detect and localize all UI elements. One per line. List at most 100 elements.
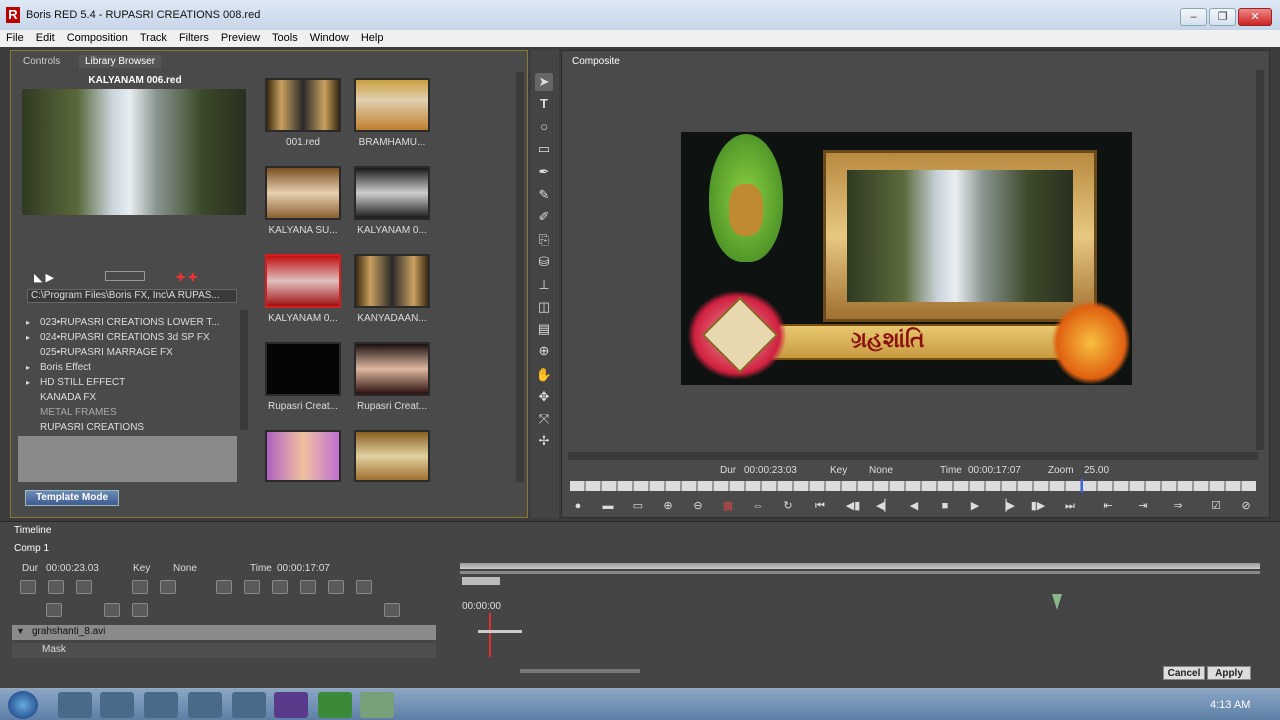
tree-item[interactable]: ▸ 024•RUPASRI CREATIONS 3d SP FX [18,330,240,345]
taskbar-ie-icon[interactable] [144,692,178,718]
tree-item[interactable]: ▸ Boris Effect [18,360,240,375]
fill-tool-icon[interactable]: ⛁ [535,253,553,271]
favorite-icons[interactable]: ✚ ✚ [176,271,198,284]
render-icon[interactable]: ▬ [600,498,616,514]
menu-file[interactable]: File [0,30,30,47]
tree-item[interactable]: KANADA FX [18,390,240,405]
timeline-tool-icon[interactable] [160,580,176,594]
monitor-icon[interactable]: ▭ [630,498,646,514]
taskbar-app-icon[interactable] [318,692,352,718]
zoom-tool-icon[interactable]: ⊕ [535,342,553,360]
minimize-button[interactable]: – [1180,8,1207,26]
thumbnail-scrollbar[interactable] [516,72,524,482]
menu-filters[interactable]: Filters [173,30,215,47]
transform-tool-icon[interactable]: ⤧ [535,410,553,428]
eraser-tool-icon[interactable]: ◫ [535,298,553,316]
apply-button[interactable]: Apply [1207,666,1251,680]
thumbnail[interactable] [354,342,430,396]
menu-tools[interactable]: Tools [266,30,304,47]
axis-tool-icon[interactable]: ✢ [535,432,553,450]
play-reverse-icon[interactable]: ◀ [906,498,922,514]
rectangle-tool-icon[interactable]: ▭ [535,140,553,158]
menu-preview[interactable]: Preview [215,30,266,47]
timeline-zoom-slider[interactable] [462,577,500,585]
mark-out-icon[interactable]: ⇥ [1135,498,1151,514]
tree-scrollbar[interactable] [240,310,248,430]
track-row[interactable]: ▼ grahshanti_8.avi [12,625,436,640]
timeline-tool-icon[interactable] [356,580,372,594]
timeline-tool-icon[interactable] [104,603,120,617]
taskbar-app-icon[interactable] [188,692,222,718]
menu-help[interactable]: Help [355,30,390,47]
timeline-tool-icon[interactable] [244,580,260,594]
composite-scrubber[interactable] [570,481,1256,491]
tree-item[interactable]: 025•RUPASRI MARRAGE FX [18,345,240,360]
thumbnail[interactable] [354,430,430,482]
timeline-range-bar[interactable] [460,563,1260,569]
go-end-icon[interactable]: ⏭ [1062,498,1078,514]
comp-tab[interactable]: Comp 1 [14,543,49,554]
timeline-tool-icon[interactable] [76,580,92,594]
clone-tool-icon[interactable]: ⎘ [535,231,553,249]
menu-composition[interactable]: Composition [61,30,134,47]
step-forward-icon[interactable]: ▕▶ [998,498,1015,514]
stop-icon[interactable]: ■ [937,498,953,514]
thumbnail[interactable] [265,342,341,396]
folder-icon[interactable] [272,580,288,594]
timeline-tool-icon[interactable] [132,603,148,617]
taskbar-app-icon[interactable] [100,692,134,718]
composite-playhead[interactable] [1081,479,1083,493]
timeline-hscroll[interactable] [520,669,640,673]
composite-hscroll[interactable] [568,452,1258,460]
menu-window[interactable]: Window [304,30,355,47]
close-button[interactable]: ✕ [1238,8,1272,26]
tree-item[interactable]: ▸ 023•RUPASRI CREATIONS LOWER T... [18,315,240,330]
set-range-icon[interactable]: ⇒ [1170,498,1186,514]
tree-item[interactable]: METAL FRAMES [18,405,240,420]
track-row[interactable]: Mask [12,643,436,658]
move-tool-icon[interactable]: ✥ [535,388,553,406]
color-channels-icon[interactable]: ▦ [720,498,736,514]
tab-library-browser[interactable]: Library Browser [79,55,162,68]
maximize-button[interactable]: ❐ [1209,8,1236,26]
ellipse-tool-icon[interactable]: ○ [535,118,553,136]
pen-tool-icon[interactable]: ✒ [535,163,553,181]
timeline-tool-icon[interactable] [132,580,148,594]
thumbnail[interactable] [265,166,341,220]
tree-item[interactable]: RUPASRI CREATIONS [18,420,240,435]
thumbnail[interactable] [354,254,430,308]
timeline-tool-icon[interactable] [20,580,36,594]
menu-track[interactable]: Track [134,30,173,47]
cancel-button[interactable]: Cancel [1163,666,1205,680]
zoom-out-icon[interactable]: ⊖ [690,498,706,514]
thumbnail[interactable] [265,78,341,132]
thumbnail[interactable] [265,254,341,308]
stamp-tool-icon[interactable]: ⊥ [535,276,553,294]
layers-tool-icon[interactable]: ▤ [535,320,553,338]
timeline-playhead[interactable] [489,613,491,657]
checkbox-icon[interactable]: ☑ [1208,498,1224,514]
timeline-tool-icon[interactable] [216,580,232,594]
composite-vscroll[interactable] [1256,70,1264,450]
zoom-in-icon[interactable]: ⊕ [660,498,676,514]
hand-tool-icon[interactable]: ✋ [535,366,553,384]
timeline-tool-icon[interactable] [46,603,62,617]
brush-tool-icon[interactable]: ✎ [535,186,553,204]
taskbar-app-icon[interactable] [232,692,266,718]
folder-icon[interactable] [328,580,344,594]
tab-controls[interactable]: Controls [17,55,66,68]
collapse-arrow-icon[interactable]: ▼ [16,626,25,636]
fit-icon[interactable]: ⇔ [750,498,766,514]
path-dropdown[interactable]: C:\Program Files\Boris FX, Inc\A RUPAS..… [27,289,237,303]
next-key-icon[interactable]: ▮▶ [1030,498,1046,514]
taskbar-chrome-icon[interactable] [58,692,92,718]
timeline-tool-icon[interactable] [300,580,316,594]
paint-tool-icon[interactable]: ✐ [535,208,553,226]
timeline-tool-icon[interactable] [384,603,400,617]
disable-icon[interactable]: ⊘ [1238,498,1254,514]
prev-key-icon[interactable]: ◀▮ [845,498,861,514]
tab-timeline[interactable]: Timeline [14,525,51,536]
arrow-tool-icon[interactable]: ➤ [535,73,553,91]
template-mode-button[interactable]: Template Mode [25,490,119,506]
start-button[interactable] [8,691,38,719]
